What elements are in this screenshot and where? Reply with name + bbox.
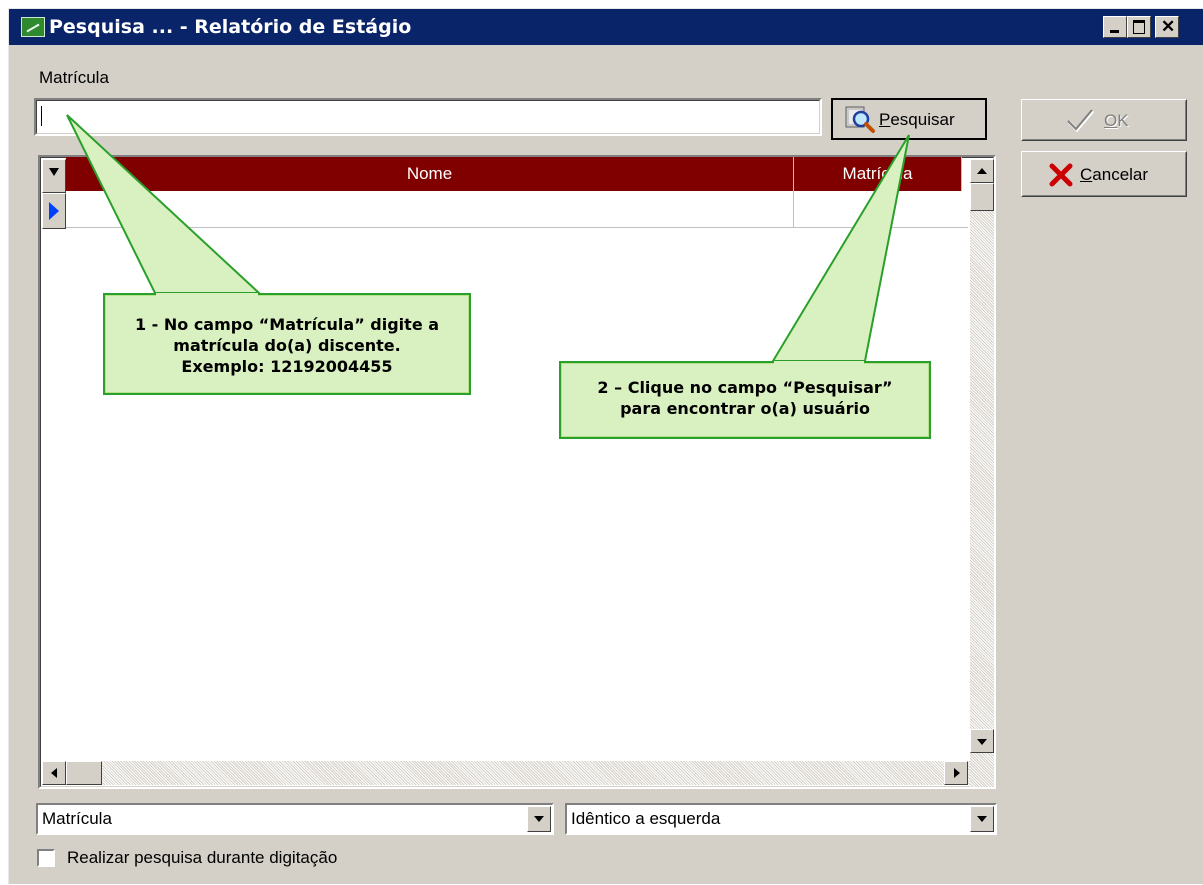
vertical-scrollbar[interactable] — [970, 159, 994, 787]
cancel-button[interactable]: Cancelar — [1021, 151, 1187, 197]
window-title: Pesquisa ... - Relatório de Estágio — [49, 16, 412, 38]
cell-nome — [66, 191, 794, 227]
live-search-label[interactable]: Realizar pesquisa durante digitação — [67, 848, 337, 868]
results-grid[interactable]: Nome Matrícula — [38, 155, 996, 789]
live-search-checkbox[interactable] — [37, 849, 55, 867]
row-indicator-column — [42, 159, 66, 237]
matricula-input[interactable] — [34, 98, 822, 136]
close-button[interactable]: ✕ — [1155, 16, 1179, 38]
match-mode-select[interactable]: Idêntico a esquerda — [565, 803, 997, 835]
arrow-up-icon — [977, 168, 987, 174]
scroll-right-button[interactable] — [944, 761, 968, 785]
callout1-line3: Exemplo: 12192004455 — [181, 357, 393, 376]
callout-step2: 2 – Clique no campo “Pesquisar” para enc… — [559, 361, 931, 439]
scroll-left-button[interactable] — [42, 761, 66, 785]
ok-button[interactable]: OK — [1021, 99, 1187, 141]
column-header-nome[interactable]: Nome — [66, 157, 794, 191]
table-row[interactable] — [66, 191, 968, 228]
callout1-seam — [156, 293, 258, 296]
title-bar[interactable]: Pesquisa ... - Relatório de Estágio ✕ — [9, 9, 1203, 45]
field-select-value: Matrícula — [42, 809, 112, 828]
dropdown-arrow-icon — [49, 168, 59, 176]
callout1-line1: 1 - No campo “Matrícula” digite a — [134, 315, 440, 334]
ok-label: OK — [1104, 111, 1129, 130]
dialog-window: Pesquisa ... - Relatório de Estágio ✕ Ma… — [8, 8, 1203, 884]
text-caret — [41, 106, 42, 126]
scroll-up-button[interactable] — [970, 159, 994, 183]
field-select-dropdown-button[interactable] — [527, 806, 551, 832]
field-select[interactable]: Matrícula — [36, 803, 554, 835]
close-icon: ✕ — [1161, 17, 1176, 36]
callout2-seam — [774, 361, 864, 364]
callout1-line2: matrícula do(a) discente. — [173, 336, 401, 355]
current-row-indicator — [42, 193, 66, 229]
pesquisar-label: Pesquisar — [879, 110, 955, 129]
match-mode-value: Idêntico a esquerda — [571, 809, 721, 828]
minimize-button[interactable] — [1103, 16, 1127, 38]
cancel-label: Cancelar — [1080, 165, 1149, 184]
chevron-down-icon — [977, 816, 987, 822]
row-pointer-icon — [49, 202, 59, 220]
cancel-x-icon — [1049, 163, 1073, 187]
hscroll-thumb[interactable] — [66, 761, 102, 785]
minimize-icon — [1110, 30, 1119, 33]
callout-step1: 1 - No campo “Matrícula” digite a matríc… — [103, 293, 471, 395]
match-mode-dropdown-button[interactable] — [970, 806, 994, 832]
horizontal-scrollbar[interactable] — [42, 761, 970, 785]
chevron-down-icon — [534, 816, 544, 822]
magnifier-icon — [845, 106, 875, 133]
arrow-down-icon — [977, 739, 987, 745]
arrow-left-icon — [51, 768, 57, 778]
scroll-down-button[interactable] — [970, 729, 994, 753]
scroll-thumb[interactable] — [970, 183, 994, 211]
callout2-line2: para encontrar o(a) usuário — [620, 399, 870, 418]
column-header-matricula[interactable]: Matrícula — [794, 157, 962, 191]
pesquisar-button[interactable]: Pesquisar — [831, 98, 987, 140]
callout2-line1: 2 – Clique no campo “Pesquisar” — [597, 378, 893, 397]
arrow-right-icon — [954, 768, 960, 778]
column-menu-button[interactable] — [42, 159, 66, 193]
cell-matricula — [794, 191, 962, 227]
app-icon — [21, 17, 45, 37]
maximize-button[interactable] — [1127, 16, 1151, 38]
maximize-icon — [1133, 20, 1145, 34]
checkmark-icon — [1067, 109, 1095, 133]
matricula-label: Matrícula — [39, 68, 109, 87]
